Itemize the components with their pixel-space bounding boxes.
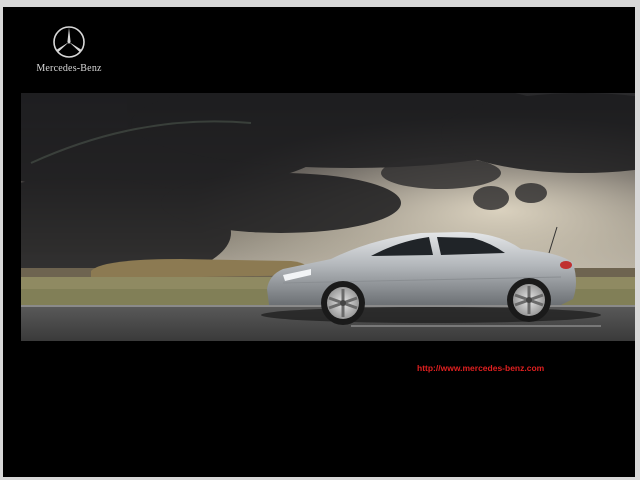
- three-pointed-star-icon: [53, 26, 85, 58]
- hero-image: [21, 93, 635, 341]
- brand-logo[interactable]: Mercedes-Benz: [31, 25, 107, 81]
- ad-page: Mercedes-Benz http://www.mercedes-benz.c…: [3, 7, 635, 477]
- brand-name: Mercedes-Benz: [36, 63, 102, 74]
- website-link[interactable]: http://www.mercedes-benz.com: [417, 363, 544, 373]
